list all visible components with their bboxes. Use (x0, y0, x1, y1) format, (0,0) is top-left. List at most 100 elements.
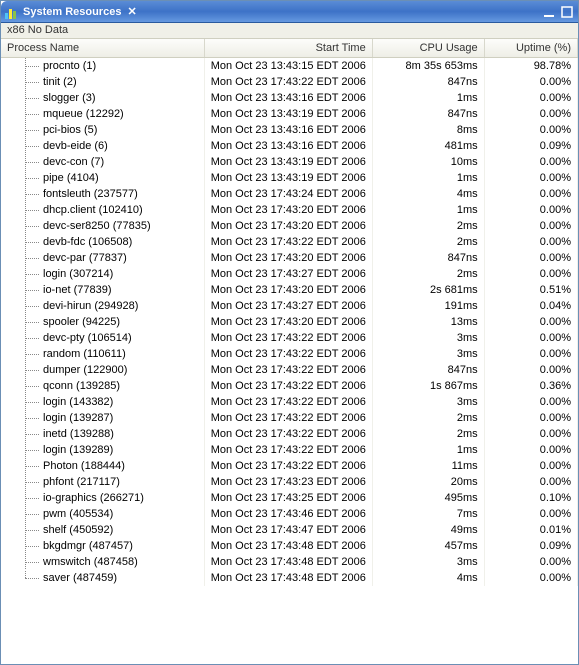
table-row[interactable]: devi-hirun (294928)Mon Oct 23 17:43:27 E… (1, 298, 578, 314)
cell-uptime: 0.00% (484, 426, 577, 442)
cell-start-time: Mon Oct 23 13:43:16 EDT 2006 (204, 90, 372, 106)
cell-process-name: qconn (139285) (1, 378, 204, 394)
cell-uptime: 0.00% (484, 74, 577, 90)
cell-start-time: Mon Oct 23 17:43:22 EDT 2006 (204, 74, 372, 90)
cell-uptime: 0.00% (484, 106, 577, 122)
table-row[interactable]: dumper (122900)Mon Oct 23 17:43:22 EDT 2… (1, 362, 578, 378)
cell-start-time: Mon Oct 23 13:43:19 EDT 2006 (204, 106, 372, 122)
process-table: Process Name Start Time CPU Usage Uptime… (1, 39, 578, 586)
cell-uptime: 0.36% (484, 378, 577, 394)
cell-process-name: pwm (405534) (1, 506, 204, 522)
window-title: System Resources (23, 6, 121, 18)
cell-start-time: Mon Oct 23 17:43:48 EDT 2006 (204, 570, 372, 586)
cell-process-name: devc-pty (106514) (1, 330, 204, 346)
table-row[interactable]: login (139287)Mon Oct 23 17:43:22 EDT 20… (1, 410, 578, 426)
tree-branch-icon (7, 75, 43, 89)
table-row[interactable]: devb-fdc (106508)Mon Oct 23 17:43:22 EDT… (1, 234, 578, 250)
table-row[interactable]: devc-par (77837)Mon Oct 23 17:43:20 EDT … (1, 250, 578, 266)
table-row[interactable]: procnto (1)Mon Oct 23 13:43:15 EDT 20068… (1, 58, 578, 75)
table-row[interactable]: devc-ser8250 (77835)Mon Oct 23 17:43:20 … (1, 218, 578, 234)
table-row[interactable]: slogger (3)Mon Oct 23 13:43:16 EDT 20061… (1, 90, 578, 106)
table-row[interactable]: devc-con (7)Mon Oct 23 13:43:19 EDT 2006… (1, 154, 578, 170)
cell-start-time: Mon Oct 23 17:43:46 EDT 2006 (204, 506, 372, 522)
table-row[interactable]: pwm (405534) Mon Oct 23 17:43:46 EDT 2006… (1, 506, 578, 522)
table-row[interactable]: bkgdmgr (487457)Mon Oct 23 17:43:48 EDT … (1, 538, 578, 554)
process-label: pwm (405534) (43, 508, 113, 520)
cell-uptime: 0.00% (484, 250, 577, 266)
cell-uptime: 0.00% (484, 554, 577, 570)
table-row[interactable]: qconn (139285)Mon Oct 23 17:43:22 EDT 20… (1, 378, 578, 394)
col-start-time[interactable]: Start Time (204, 39, 372, 58)
table-row[interactable]: devc-pty (106514)Mon Oct 23 17:43:22 EDT… (1, 330, 578, 346)
cell-start-time: Mon Oct 23 17:43:20 EDT 2006 (204, 202, 372, 218)
table-container[interactable]: Process Name Start Time CPU Usage Uptime… (1, 39, 578, 664)
cell-process-name: io-net (77839) (1, 282, 204, 298)
cell-cpu-usage: 1ms (372, 202, 484, 218)
table-row[interactable]: inetd (139288)Mon Oct 23 17:43:22 EDT 20… (1, 426, 578, 442)
process-label: login (143382) (43, 396, 113, 408)
cell-cpu-usage: 4ms (372, 186, 484, 202)
tree-branch-icon (7, 299, 43, 313)
cell-process-name: inetd (139288) (1, 426, 204, 442)
cell-process-name: saver (487459) (1, 570, 204, 586)
cell-cpu-usage: 8m 35s 653ms (372, 58, 484, 75)
table-row[interactable]: login (307214)Mon Oct 23 17:43:27 EDT 20… (1, 266, 578, 282)
col-cpu-usage[interactable]: CPU Usage (372, 39, 484, 58)
process-label: fontsleuth (237577) (43, 188, 138, 200)
cell-uptime: 0.00% (484, 266, 577, 282)
table-row[interactable]: pci-bios (5) Mon Oct 23 13:43:16 EDT 2006… (1, 122, 578, 138)
table-row[interactable]: fontsleuth (237577)Mon Oct 23 17:43:24 E… (1, 186, 578, 202)
table-row[interactable]: shelf (450592)Mon Oct 23 17:43:47 EDT 20… (1, 522, 578, 538)
cell-uptime: 98.78% (484, 58, 577, 75)
table-row[interactable]: random (110611)Mon Oct 23 17:43:22 EDT 2… (1, 346, 578, 362)
subheader: x86 No Data (1, 23, 578, 39)
close-icon[interactable]: ✕ (127, 5, 136, 18)
table-row[interactable]: phfont (217117)Mon Oct 23 17:43:23 EDT 2… (1, 474, 578, 490)
process-label: mqueue (12292) (43, 108, 124, 120)
cell-start-time: Mon Oct 23 17:43:20 EDT 2006 (204, 250, 372, 266)
cell-process-name: login (139289) (1, 442, 204, 458)
table-row[interactable]: io-net (77839)Mon Oct 23 17:43:20 EDT 20… (1, 282, 578, 298)
maximize-icon[interactable] (560, 5, 574, 19)
col-process-name[interactable]: Process Name (1, 39, 204, 58)
cell-start-time: Mon Oct 23 17:43:20 EDT 2006 (204, 282, 372, 298)
cell-start-time: Mon Oct 23 17:43:48 EDT 2006 (204, 554, 372, 570)
process-label: dhcp.client (102410) (43, 204, 143, 216)
table-row[interactable]: io-graphics (266271)Mon Oct 23 17:43:25 … (1, 490, 578, 506)
table-row[interactable]: wmswitch (487458) Mon Oct 23 17:43:48 EDT… (1, 554, 578, 570)
cell-start-time: Mon Oct 23 17:43:22 EDT 2006 (204, 394, 372, 410)
table-row[interactable]: Photon (188444)Mon Oct 23 17:43:22 EDT 2… (1, 458, 578, 474)
cell-uptime: 0.00% (484, 474, 577, 490)
table-row[interactable]: spooler (94225)Mon Oct 23 17:43:20 EDT 2… (1, 314, 578, 330)
table-row[interactable]: login (143382) Mon Oct 23 17:43:22 EDT 20… (1, 394, 578, 410)
process-label: spooler (94225) (43, 316, 120, 328)
table-row[interactable]: devb-eide (6)Mon Oct 23 13:43:16 EDT 200… (1, 138, 578, 154)
cell-start-time: Mon Oct 23 13:43:15 EDT 2006 (204, 58, 372, 75)
table-row[interactable]: dhcp.client (102410) Mon Oct 23 17:43:20 … (1, 202, 578, 218)
tree-branch-icon (7, 491, 43, 505)
process-label: inetd (139288) (43, 428, 114, 440)
cell-process-name: pci-bios (5) (1, 122, 204, 138)
cell-start-time: Mon Oct 23 13:43:16 EDT 2006 (204, 122, 372, 138)
titlebar[interactable]: System Resources ✕ (1, 1, 578, 23)
table-row[interactable]: pipe (4104)Mon Oct 23 13:43:19 EDT 20061… (1, 170, 578, 186)
cell-uptime: 0.09% (484, 138, 577, 154)
cell-start-time: Mon Oct 23 17:43:22 EDT 2006 (204, 378, 372, 394)
table-row[interactable]: saver (487459)Mon Oct 23 17:43:48 EDT 20… (1, 570, 578, 586)
process-label: wmswitch (487458) (43, 556, 138, 568)
cell-start-time: Mon Oct 23 17:43:27 EDT 2006 (204, 266, 372, 282)
cell-cpu-usage: 3ms (372, 346, 484, 362)
col-uptime[interactable]: Uptime (%) (484, 39, 577, 58)
cell-cpu-usage: 1ms (372, 90, 484, 106)
process-label: pci-bios (5) (43, 124, 97, 136)
tree-branch-icon (7, 171, 43, 185)
table-row[interactable]: mqueue (12292) Mon Oct 23 13:43:19 EDT 20… (1, 106, 578, 122)
table-row[interactable]: tinit (2)Mon Oct 23 17:43:22 EDT 2006847… (1, 74, 578, 90)
table-row[interactable]: login (139289)Mon Oct 23 17:43:22 EDT 20… (1, 442, 578, 458)
process-label: phfont (217117) (43, 476, 120, 488)
cell-process-name: devb-fdc (106508) (1, 234, 204, 250)
minimize-icon[interactable] (542, 5, 556, 19)
cell-cpu-usage: 1ms (372, 442, 484, 458)
tree-branch-icon (7, 267, 43, 281)
tree-branch-icon (7, 59, 43, 73)
